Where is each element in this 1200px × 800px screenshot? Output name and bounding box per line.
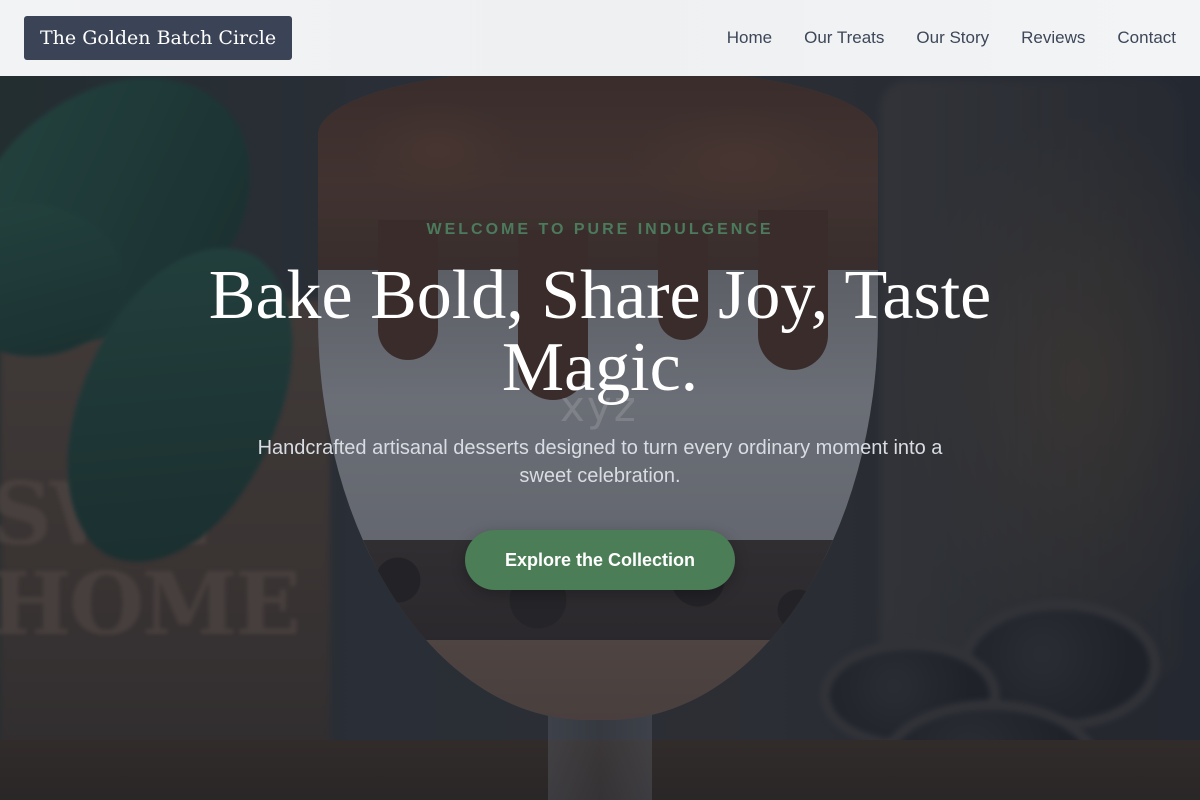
hero-eyebrow: WELCOME TO PURE INDULGENCE xyxy=(426,221,774,238)
nav-link-home[interactable]: Home xyxy=(727,28,772,48)
hero-section: WELCOME TO PURE INDULGENCE Bake Bold, Sh… xyxy=(150,218,1050,590)
nav-link-our-story[interactable]: Our Story xyxy=(916,28,989,48)
nav-link-reviews[interactable]: Reviews xyxy=(1021,28,1085,48)
explore-collection-button[interactable]: Explore the Collection xyxy=(464,530,736,590)
main-nav: Home Our Treats Our Story Reviews Contac… xyxy=(727,0,1176,76)
nav-link-contact[interactable]: Contact xyxy=(1117,28,1176,48)
brand-logo[interactable]: The Golden Batch Circle xyxy=(24,16,293,60)
nav-link-our-treats[interactable]: Our Treats xyxy=(804,28,884,48)
hero-title: Bake Bold, Share Joy, Taste Magic. xyxy=(208,257,992,406)
site-header: The Golden Batch Circle Home Our Treats … xyxy=(0,0,1200,76)
hero-subtitle: Handcrafted artisanal desserts designed … xyxy=(257,437,943,487)
